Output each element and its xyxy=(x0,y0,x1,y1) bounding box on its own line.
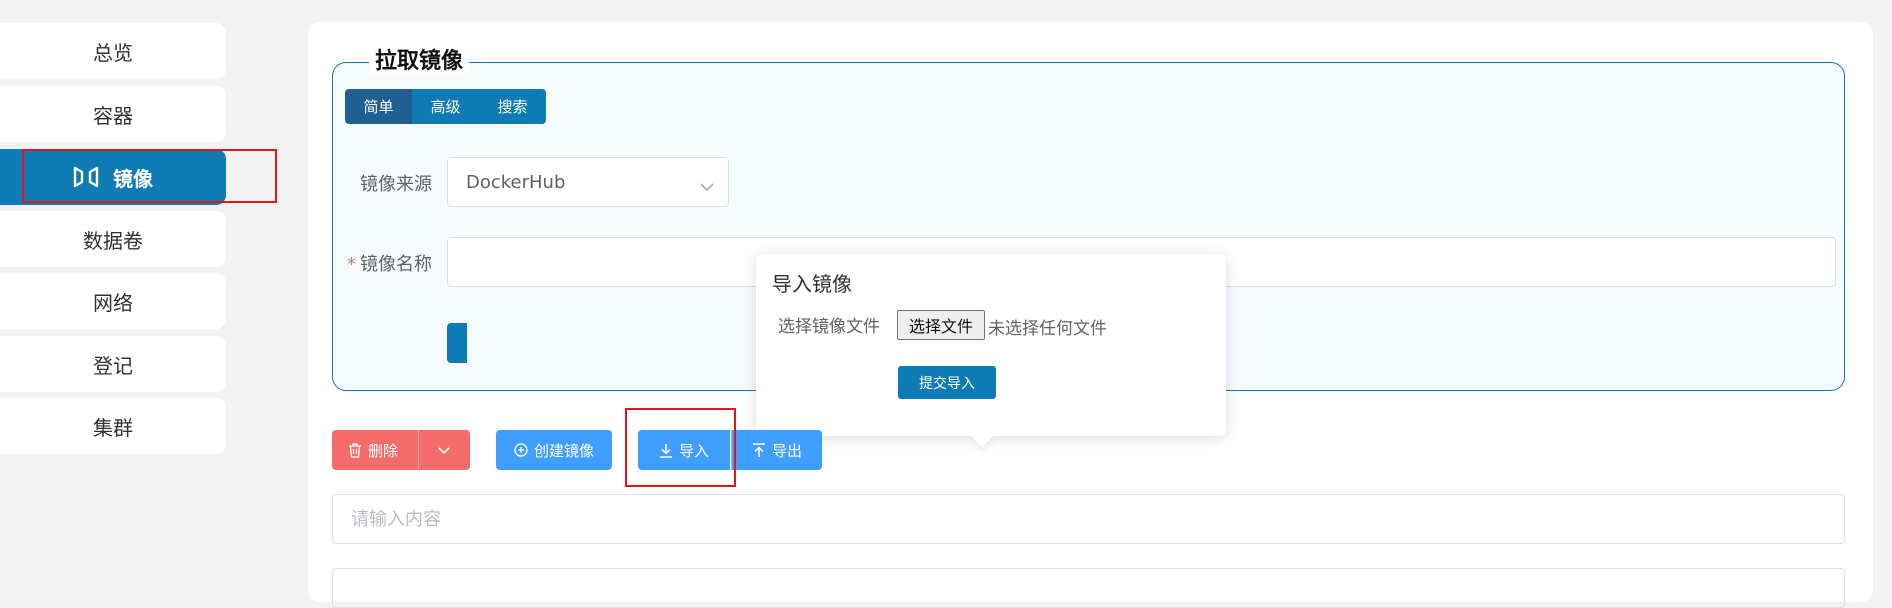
file-status: 未选择任何文件 xyxy=(988,319,1107,339)
sidebar-item-label: 镜像 xyxy=(113,166,153,191)
image-icon xyxy=(73,166,99,188)
import-label: 导入 xyxy=(678,441,709,460)
sidebar-item-volumes[interactable]: 数据卷 xyxy=(0,211,226,267)
sidebar-item-images[interactable]: 镜像 xyxy=(0,149,226,205)
export-label: 导出 xyxy=(771,441,802,460)
tab-advanced[interactable]: 高级 xyxy=(412,89,479,124)
submit-import-button[interactable]: 提交导入 xyxy=(898,366,996,399)
sidebar-item-label: 总览 xyxy=(93,40,133,65)
source-select[interactable]: DockerHub xyxy=(447,157,729,207)
import-popover: 导入镜像 选择镜像文件 选择文件 未选择任何文件 提交导入 xyxy=(756,254,1226,448)
sidebar-item-label: 网络 xyxy=(93,290,133,315)
download-icon xyxy=(659,443,673,458)
create-label: 创建镜像 xyxy=(533,441,594,460)
sidebar-item-label: 集群 xyxy=(93,415,133,440)
tab-search[interactable]: 搜索 xyxy=(479,89,546,124)
sidebar-item-label: 数据卷 xyxy=(83,228,143,253)
upload-icon xyxy=(752,442,766,458)
popover-title: 导入镜像 xyxy=(772,272,852,296)
tab-simple[interactable]: 简单 xyxy=(345,89,412,124)
plus-circle-icon xyxy=(514,443,528,457)
split-divider xyxy=(418,430,419,470)
source-value: DockerHub xyxy=(466,171,566,193)
search-input[interactable] xyxy=(332,494,1845,544)
pull-button[interactable] xyxy=(447,323,467,363)
name-label-text: 镜像名称 xyxy=(360,254,432,275)
choose-file-button[interactable]: 选择文件 xyxy=(897,310,985,340)
chevron-down-icon xyxy=(700,176,714,197)
sidebar-item-label: 登记 xyxy=(93,353,133,378)
sidebar-item-networks[interactable]: 网络 xyxy=(0,273,226,329)
file-label: 选择镜像文件 xyxy=(778,317,880,337)
chevron-down-icon[interactable] xyxy=(436,442,452,462)
import-button[interactable]: 导入 xyxy=(638,430,730,470)
popover-arrow xyxy=(970,424,994,448)
required-mark: * xyxy=(347,254,356,275)
section-title: 拉取镜像 xyxy=(369,49,470,75)
image-table xyxy=(332,568,1845,608)
source-label: 镜像来源 xyxy=(360,174,432,195)
main-panel: 拉取镜像 简单 高级 搜索 镜像来源 DockerHub * 镜像名称 导入镜像 … xyxy=(308,22,1873,608)
create-image-button[interactable]: 创建镜像 xyxy=(496,430,612,470)
sidebar-item-containers[interactable]: 容器 xyxy=(0,86,226,142)
sidebar-item-registry[interactable]: 登记 xyxy=(0,336,226,392)
export-button[interactable]: 导出 xyxy=(731,430,822,470)
sidebar-item-cluster[interactable]: 集群 xyxy=(0,398,226,454)
name-label: * 镜像名称 xyxy=(347,250,432,276)
delete-label: 删除 xyxy=(368,441,399,460)
trash-icon xyxy=(348,442,362,458)
sidebar-item-label: 容器 xyxy=(93,103,133,128)
sidebar-item-overview[interactable]: 总览 xyxy=(0,23,226,79)
pull-mode-tabs: 简单 高级 搜索 xyxy=(345,89,546,124)
